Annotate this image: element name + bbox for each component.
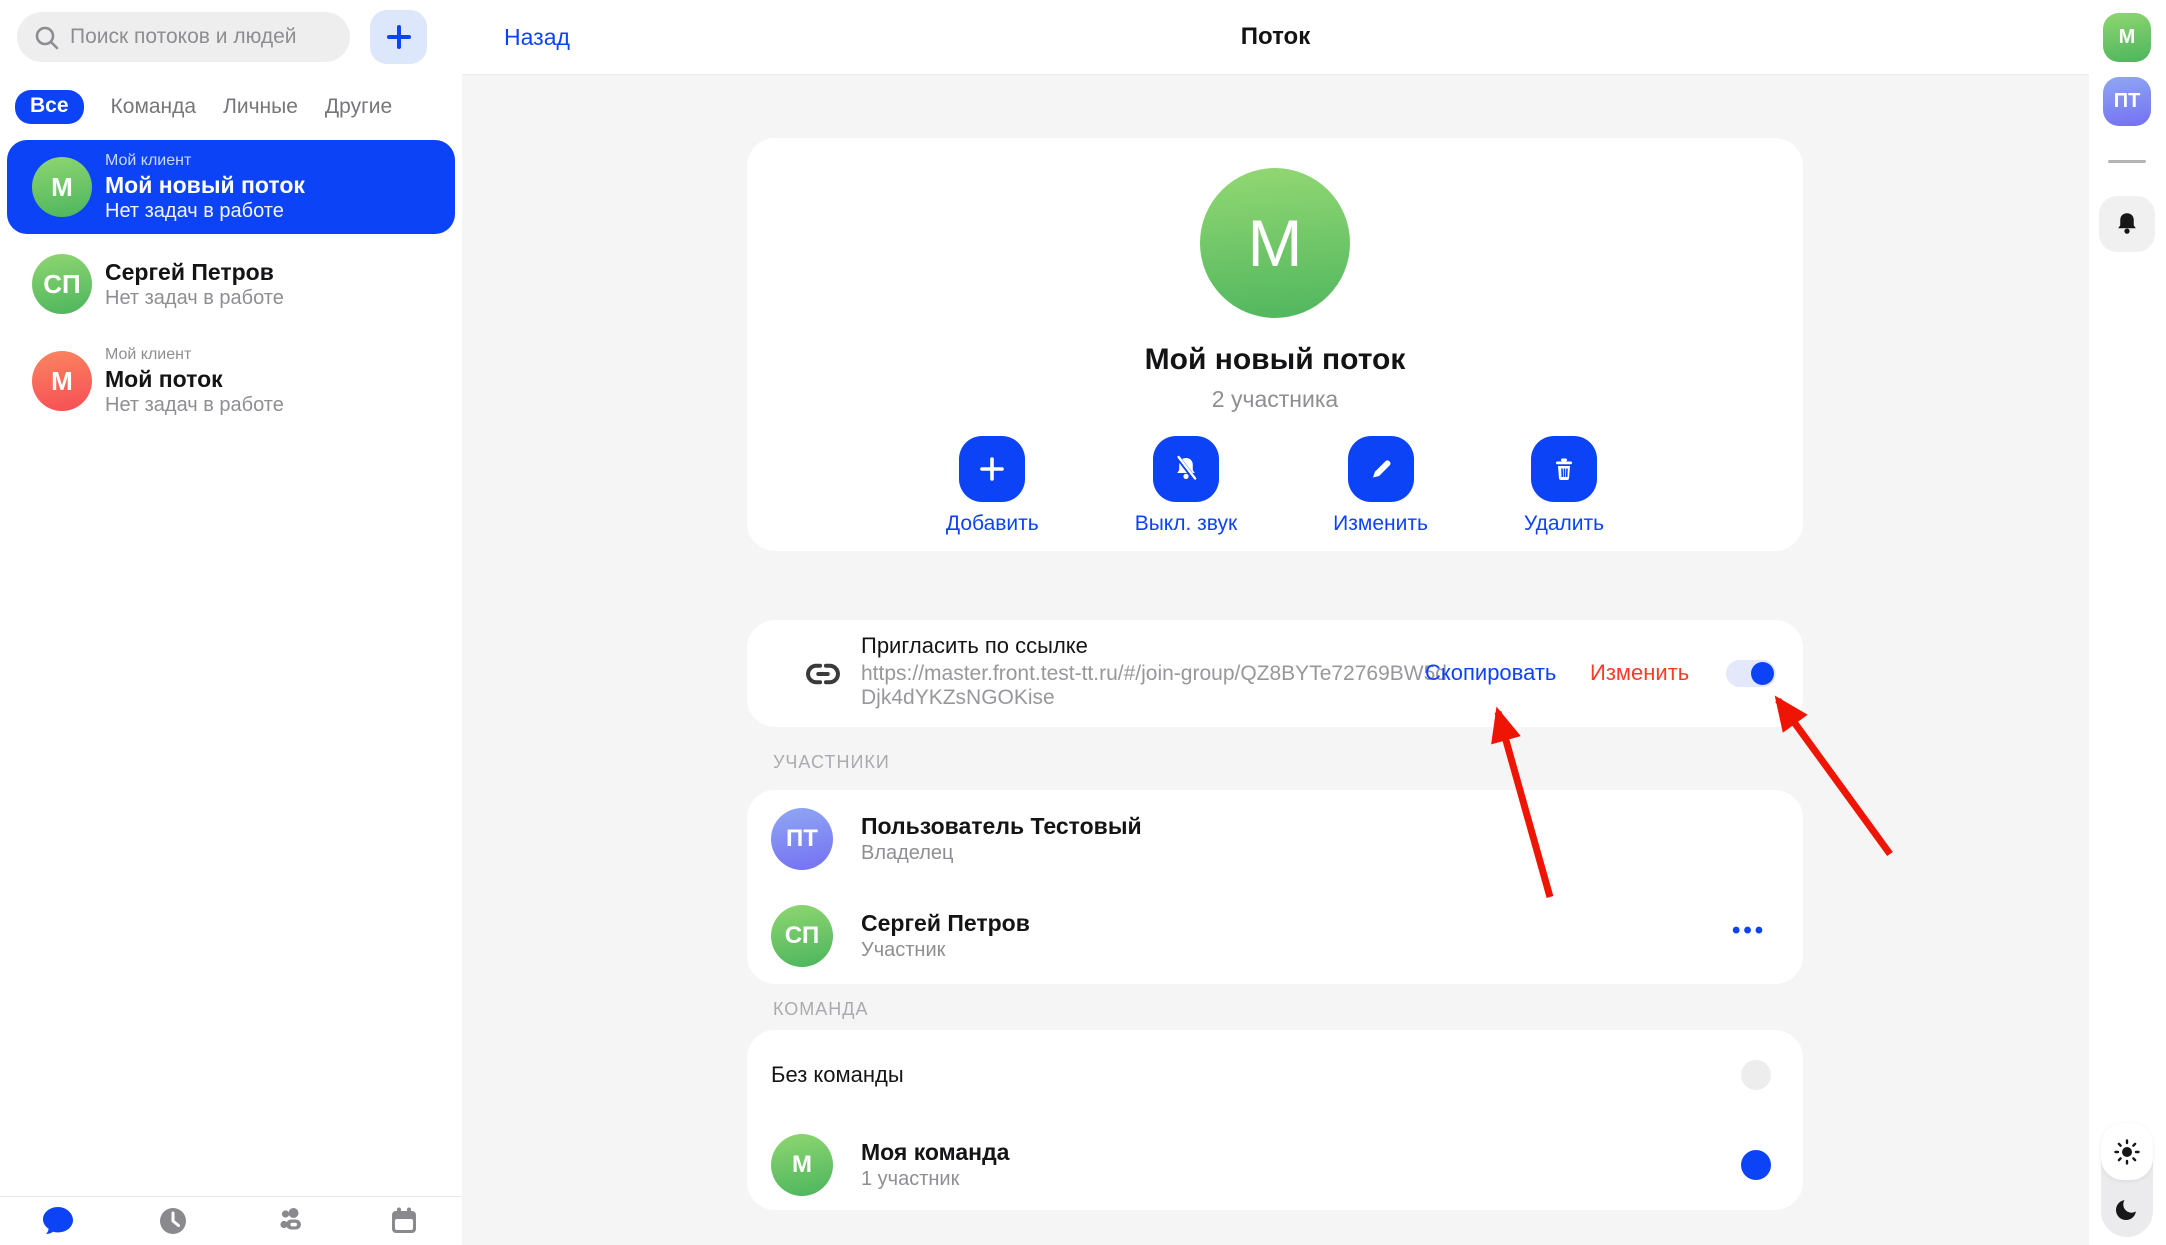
team-row-none[interactable]: Без команды	[747, 1030, 1803, 1120]
dark-theme-button[interactable]	[2101, 1180, 2153, 1237]
plus-icon	[977, 454, 1007, 484]
actions-row: Добавить Выкл. звук	[747, 436, 1803, 536]
stream-subtitle: Нет задач в работе	[105, 286, 284, 311]
avatar: М	[32, 157, 92, 217]
stream-avatar: М	[1200, 168, 1350, 318]
bottom-nav	[0, 1196, 462, 1245]
tab-team[interactable]: Команда	[111, 95, 197, 119]
copy-link-button[interactable]: Скопировать	[1425, 660, 1556, 686]
nav-chats-button[interactable]	[0, 1197, 116, 1245]
avatar: ПТ	[771, 808, 833, 870]
calendar-icon	[386, 1203, 422, 1239]
pencil-icon	[1366, 454, 1396, 484]
tab-other[interactable]: Другие	[325, 95, 392, 119]
toggle-knob	[1751, 662, 1774, 685]
link-icon	[803, 654, 843, 699]
stream-list: М Мой клиент Мой новый поток Нет задач в…	[7, 140, 455, 431]
plus-icon	[384, 22, 414, 52]
add-stream-button[interactable]	[370, 10, 427, 64]
members-count: 2 участника	[747, 386, 1803, 413]
invite-url: https://master.front.test-tt.ru/#/join-g…	[861, 662, 1461, 710]
avatar: СП	[771, 905, 833, 967]
stream-title: Сергей Петров	[105, 258, 284, 286]
participants-card: ПТ Пользователь Тестовый Владелец СП Сер…	[747, 790, 1803, 984]
stream-subtitle: Нет задач в работе	[105, 199, 305, 224]
right-rail: М ПТ	[2089, 0, 2166, 1245]
participant-name: Пользователь Тестовый	[861, 812, 1142, 841]
team-name: Моя команда	[861, 1138, 1009, 1167]
team-card: Без команды М Моя команда 1 участник	[747, 1030, 1803, 1210]
invite-link-card: Пригласить по ссылке https://master.fron…	[747, 620, 1803, 727]
add-member-button[interactable]: Добавить	[946, 436, 1039, 536]
participant-role: Участник	[861, 938, 1030, 963]
tab-all[interactable]: Все	[15, 90, 84, 124]
no-team-radio[interactable]	[1741, 1060, 1771, 1090]
nav-calendar-button[interactable]	[347, 1197, 463, 1245]
participant-row-member[interactable]: СП Сергей Петров Участник •••	[747, 887, 1803, 984]
stream-profile-card: М Мой новый поток 2 участника Добавить	[747, 138, 1803, 551]
stream-title: Мой поток	[105, 365, 284, 393]
stream-item-my-new-stream[interactable]: М Мой клиент Мой новый поток Нет задач в…	[7, 140, 455, 234]
stream-item-sergey-petrov[interactable]: СП Сергей Петров Нет задач в работе	[7, 237, 455, 331]
filter-tabs: Все Команда Личные Другие	[15, 90, 392, 124]
bell-icon	[2112, 209, 2142, 239]
search-input[interactable]	[70, 25, 340, 49]
moon-icon	[2112, 1194, 2142, 1224]
bell-slash-icon	[1170, 453, 1202, 485]
avatar: СП	[32, 254, 92, 314]
main-header: Назад Поток	[462, 0, 2089, 75]
chat-bubble-icon	[39, 1203, 77, 1239]
avatar: М	[771, 1134, 833, 1196]
avatar: М	[32, 351, 92, 411]
trash-icon	[1549, 454, 1579, 484]
search-field[interactable]	[17, 12, 350, 62]
stream-title: Мой новый поток	[105, 171, 305, 199]
team-section-label: КОМАНДА	[773, 999, 868, 1020]
left-sidebar: Все Команда Личные Другие М Мой клиент М…	[0, 0, 462, 1245]
edit-link-button[interactable]: Изменить	[1590, 660, 1689, 686]
nav-recents-button[interactable]	[116, 1197, 232, 1245]
light-theme-button[interactable]	[2101, 1123, 2153, 1180]
user-avatar-pt[interactable]: ПТ	[2103, 77, 2151, 126]
participant-row-owner[interactable]: ПТ Пользователь Тестовый Владелец	[747, 790, 1803, 887]
page-title: Поток	[462, 23, 2089, 51]
participant-menu-button[interactable]: •••	[1732, 917, 1766, 945]
my-team-radio[interactable]	[1741, 1150, 1771, 1180]
theme-switcher	[2101, 1123, 2153, 1237]
participant-role: Владелец	[861, 841, 1142, 866]
stream-item-my-stream[interactable]: М Мой клиент Мой поток Нет задач в работ…	[7, 334, 455, 428]
no-team-label: Без команды	[771, 1062, 904, 1088]
workspace-avatar-m[interactable]: М	[2103, 13, 2151, 62]
tab-personal[interactable]: Личные	[223, 95, 298, 119]
sun-icon	[2112, 1137, 2142, 1167]
nav-contacts-button[interactable]	[231, 1197, 347, 1245]
team-row-my-team[interactable]: М Моя команда 1 участник	[747, 1120, 1803, 1210]
search-icon	[33, 24, 60, 51]
invite-link-toggle[interactable]	[1726, 660, 1776, 687]
stream-kicker: Мой клиент	[105, 345, 284, 365]
participants-section-label: УЧАСТНИКИ	[773, 752, 890, 773]
team-members-count: 1 участник	[861, 1167, 1009, 1192]
stream-kicker: Мой клиент	[105, 151, 305, 171]
edit-stream-button[interactable]: Изменить	[1333, 436, 1428, 536]
participant-name: Сергей Петров	[861, 909, 1030, 938]
invite-title: Пригласить по ссылке	[861, 632, 1461, 660]
rail-divider	[2108, 160, 2146, 163]
contacts-icon	[270, 1203, 308, 1239]
delete-stream-button[interactable]: Удалить	[1524, 436, 1604, 536]
stream-subtitle: Нет задач в работе	[105, 393, 284, 418]
stream-name: Мой новый поток	[747, 343, 1803, 377]
notifications-button[interactable]	[2099, 196, 2155, 252]
main-area: Назад Поток М Мой новый поток 2 участник…	[462, 0, 2089, 1245]
search-row	[0, 0, 462, 76]
clock-icon	[155, 1203, 191, 1239]
mute-button[interactable]: Выкл. звук	[1135, 436, 1237, 536]
